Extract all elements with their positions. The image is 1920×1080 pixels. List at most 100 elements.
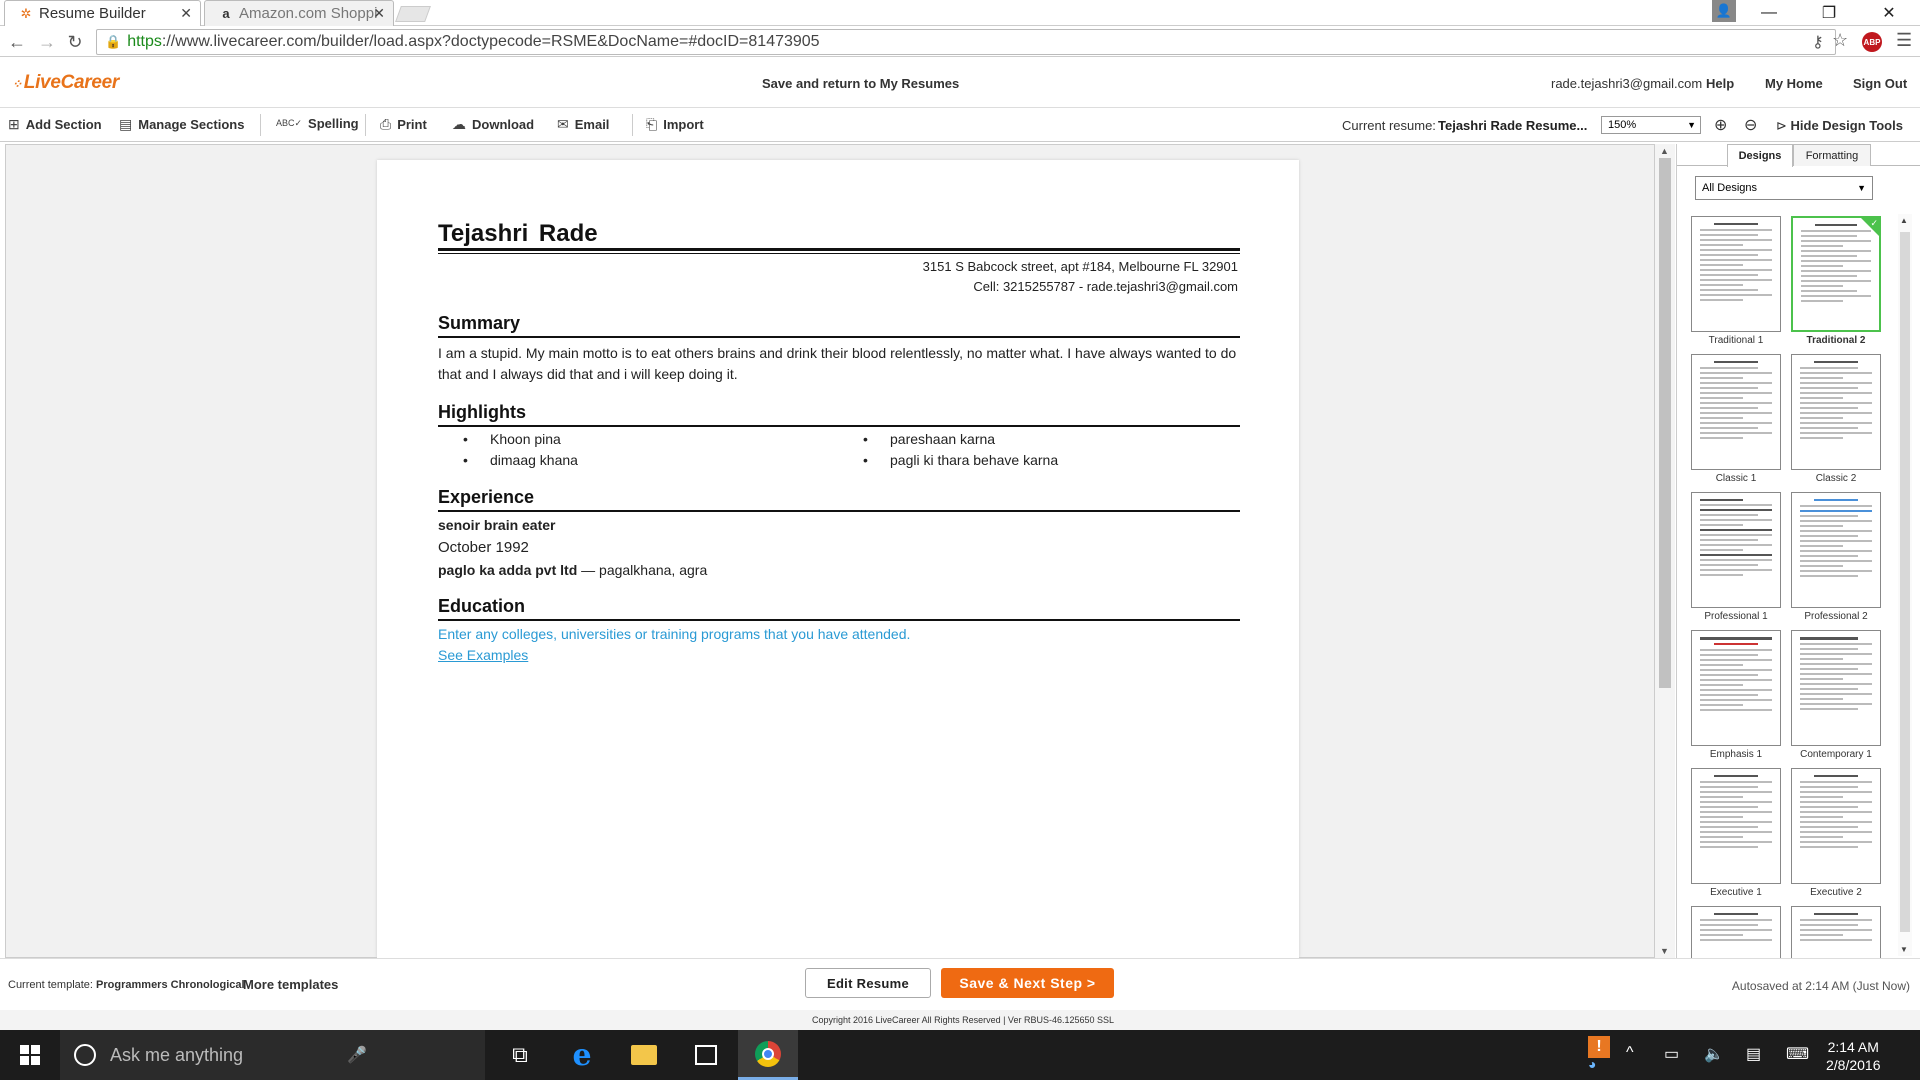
user-profile-icon[interactable]: 👤 [1712,0,1736,22]
more-templates-link[interactable]: More templates [243,977,338,992]
experience-heading[interactable]: Experience [438,487,534,508]
job-title[interactable]: senoir brain eater [438,515,1238,536]
education-prompt[interactable]: Enter any colleges, universities or trai… [438,626,910,642]
scrollbar-thumb[interactable] [1659,158,1671,688]
design-thumb-more[interactable] [1791,906,1881,958]
design-thumb-professional-2[interactable] [1791,492,1881,608]
job-date[interactable]: October 1992 [438,537,1238,558]
adblock-icon[interactable]: ABP [1862,32,1882,52]
scroll-down-icon[interactable]: ▼ [1660,946,1669,956]
import-button[interactable]: ⎗ Import [646,116,704,133]
restore-icon[interactable]: ❐ [1806,0,1852,26]
reload-icon[interactable]: ↻ [64,31,86,53]
design-thumb-executive-1[interactable] [1691,768,1781,884]
cloud-download-icon: ☁ [452,116,466,132]
autosave-status: Autosaved at 2:14 AM (Just Now) [1731,979,1910,993]
spelling-button[interactable]: ABC✓ Spelling [276,116,359,131]
highlight-item[interactable]: • Khoon pina [463,431,561,447]
design-thumb-traditional-2[interactable]: ✓ [1791,216,1881,332]
resume-name[interactable]: Tejashri Rade [438,220,598,248]
design-thumb-classic-1[interactable] [1691,354,1781,470]
my-home-link[interactable]: My Home [1765,76,1823,91]
designs-scrollbar[interactable]: ▲ ▼ [1898,214,1912,956]
design-thumb-executive-2[interactable] [1791,768,1881,884]
new-tab-button[interactable] [395,6,431,22]
forward-arrow-icon[interactable]: → [36,31,58,53]
resume-contact[interactable]: Cell: 3215255787 - rade.tejashri3@gmail.… [973,279,1238,294]
scrollbar-thumb[interactable] [1900,232,1910,932]
tab-formatting[interactable]: Formatting [1793,144,1871,166]
chrome-taskbar-icon[interactable] [738,1030,798,1080]
url-input[interactable]: 🔒 https://www.livecareer.com/builder/loa… [96,29,1836,55]
cortana-search-box[interactable]: Ask me anything 🎤 [60,1030,485,1080]
save-next-step-button[interactable]: Save & Next Step > [941,968,1114,998]
start-button[interactable] [0,1030,60,1080]
minimize-icon[interactable]: — [1746,0,1792,26]
back-arrow-icon[interactable]: ← [6,31,28,53]
app-header: ⁘ LiveCareer Save and return to My Resume… [0,58,1920,108]
show-hidden-icons-chevron-icon[interactable]: ^ [1626,1044,1634,1062]
zoom-out-icon[interactable]: ⊖ [1744,115,1757,135]
email-button[interactable]: ✉ Email [557,116,609,133]
design-thumb-contemporary-1[interactable] [1791,630,1881,746]
help-link[interactable]: Help [1706,76,1734,91]
sign-out-link[interactable]: Sign Out [1853,76,1907,91]
highlight-item[interactable]: • pareshaan karna [863,431,995,447]
add-section-button[interactable]: ⊞ Add Section [8,116,102,133]
summary-text[interactable]: I am a stupid. My main motto is to eat o… [438,343,1238,385]
resume-address[interactable]: 3151 S Babcock street, apt #184, Melbour… [923,259,1238,274]
tab-resume-builder[interactable]: ✲ Resume Builder ✕ [4,0,201,26]
edge-browser-icon[interactable]: e [552,1030,612,1080]
design-filter-select[interactable]: All Designs ▼ [1695,176,1873,200]
battery-icon[interactable]: ▭ [1664,1044,1679,1064]
section-divider [438,336,1240,338]
job-company[interactable]: paglo ka adda pvt ltd — pagalkhana, agra [438,560,1238,581]
close-window-icon[interactable]: ✕ [1866,0,1912,26]
edit-resume-button[interactable]: Edit Resume [805,968,931,998]
selected-check-icon: ✓ [1861,218,1879,236]
highlights-heading[interactable]: Highlights [438,402,526,423]
resume-page[interactable]: Tejashri Rade 3151 S Babcock street, apt… [377,160,1299,958]
file-explorer-icon[interactable] [614,1030,674,1080]
scroll-down-icon[interactable]: ▼ [1900,945,1908,954]
summary-heading[interactable]: Summary [438,313,520,334]
design-thumb-professional-1[interactable] [1691,492,1781,608]
menu-icon[interactable]: ☰ [1896,30,1912,51]
design-thumb-traditional-1[interactable] [1691,216,1781,332]
cortana-icon [74,1044,96,1066]
education-heading[interactable]: Education [438,596,525,617]
manage-sections-button[interactable]: ▤ Manage Sections [119,116,244,133]
bookmark-star-icon[interactable]: ☆ [1832,30,1848,51]
key-icon[interactable]: ⚷ [1812,32,1824,52]
volume-icon[interactable]: 🔈 [1704,1044,1724,1064]
highlight-item[interactable]: • pagli ki thara behave karna [863,452,1058,468]
close-tab-icon[interactable]: ✕ [373,5,385,22]
scroll-up-icon[interactable]: ▲ [1900,216,1908,225]
warning-tray-icon[interactable]: ! [1588,1036,1610,1058]
scroll-up-icon[interactable]: ▲ [1660,146,1669,156]
task-view-icon[interactable]: ⧉ [490,1030,550,1080]
taskbar-clock[interactable]: 2:14 AM 2/8/2016 [1826,1038,1881,1074]
hide-design-tools-button[interactable]: ⊳ Hide Design Tools [1776,118,1903,134]
notifications-icon[interactable]: ▤ [1746,1044,1761,1064]
tab-amazon[interactable]: a Amazon.com Shoppi ✕ [204,0,394,26]
zoom-select[interactable]: 150% ▼ [1601,116,1701,134]
keyboard-icon[interactable]: ⌨ [1786,1044,1809,1064]
close-tab-icon[interactable]: ✕ [180,5,192,22]
microphone-icon[interactable]: 🎤 [347,1045,367,1065]
design-thumb-emphasis-1[interactable] [1691,630,1781,746]
save-return-link[interactable]: Save and return to My Resumes [762,76,959,91]
print-button[interactable]: ⎙ Print [380,116,427,133]
editor-scrollbar[interactable]: ▲ ▼ [1655,144,1675,958]
livecareer-logo[interactable]: ⁘ LiveCareer [12,72,119,94]
zoom-in-icon[interactable]: ⊕ [1714,115,1727,135]
design-thumb-classic-2[interactable] [1791,354,1881,470]
highlight-item[interactable]: • dimaag khana [463,452,578,468]
store-icon[interactable] [676,1030,736,1080]
download-button[interactable]: ☁ Download [452,116,534,133]
see-examples-link[interactable]: See Examples [438,647,528,663]
update-tray-icon[interactable]: ◕ [1588,1056,1596,1072]
design-thumb-more[interactable] [1691,906,1781,958]
tab-designs[interactable]: Designs [1727,144,1793,167]
current-resume-name[interactable]: Tejashri Rade Resume... [1438,118,1587,133]
